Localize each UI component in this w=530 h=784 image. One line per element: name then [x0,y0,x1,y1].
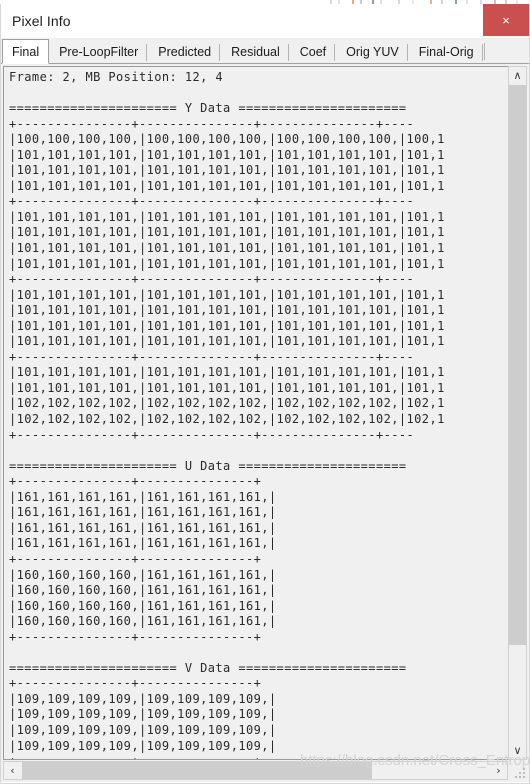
resize-grip-icon[interactable] [512,765,527,780]
scroll-down-icon[interactable]: ∨ [509,742,526,759]
tab-final[interactable]: Final [2,39,50,64]
scroll-left-icon[interactable]: ‹ [4,762,21,779]
pixel-info-window: Pixel Info × Final Pre-LoopFilter Predic… [0,4,530,784]
tab-bar: Final Pre-LoopFilter Predicted Residual … [1,38,529,64]
scroll-up-icon[interactable]: ∧ [509,67,526,84]
tab-bar-filler [483,40,529,63]
horizontal-scrollbar-thumb[interactable] [22,762,372,779]
pixel-data-text: Frame: 2, MB Position: 12, 4 ===========… [9,70,445,759]
pixel-info-window-root: Pixel Info × Final Pre-LoopFilter Predic… [0,0,530,784]
scroll-right-icon[interactable]: › [490,762,507,779]
chevron-up-glyph: ∧ [513,69,522,82]
chevron-right-glyph: › [496,764,501,777]
pixel-data-text-pane[interactable]: Frame: 2, MB Position: 12, 4 ===========… [3,66,508,760]
vertical-scrollbar-thumb[interactable] [509,85,526,645]
tab-orig-yuv[interactable]: Orig YUV [336,40,409,63]
pixel-data-text-inner: Frame: 2, MB Position: 12, 4 ===========… [9,70,508,759]
window-title: Pixel Info [12,13,71,29]
close-icon[interactable]: × [483,4,529,36]
vertical-scrollbar[interactable]: ∧ ∨ [508,66,527,760]
chevron-down-glyph: ∨ [513,744,522,757]
tab-coef[interactable]: Coef [289,40,337,63]
horizontal-scrollbar[interactable]: ‹ › [3,761,508,780]
tab-predicted[interactable]: Predicted [148,40,222,63]
title-bar: Pixel Info × [1,4,529,38]
tab-pre-loopfilter[interactable]: Pre-LoopFilter [49,40,149,63]
tab-residual[interactable]: Residual [221,40,290,63]
chevron-left-glyph: ‹ [10,764,15,777]
tab-final-orig[interactable]: Final-Orig [408,40,484,63]
client-area: Frame: 2, MB Position: 12, 4 ===========… [1,64,529,782]
